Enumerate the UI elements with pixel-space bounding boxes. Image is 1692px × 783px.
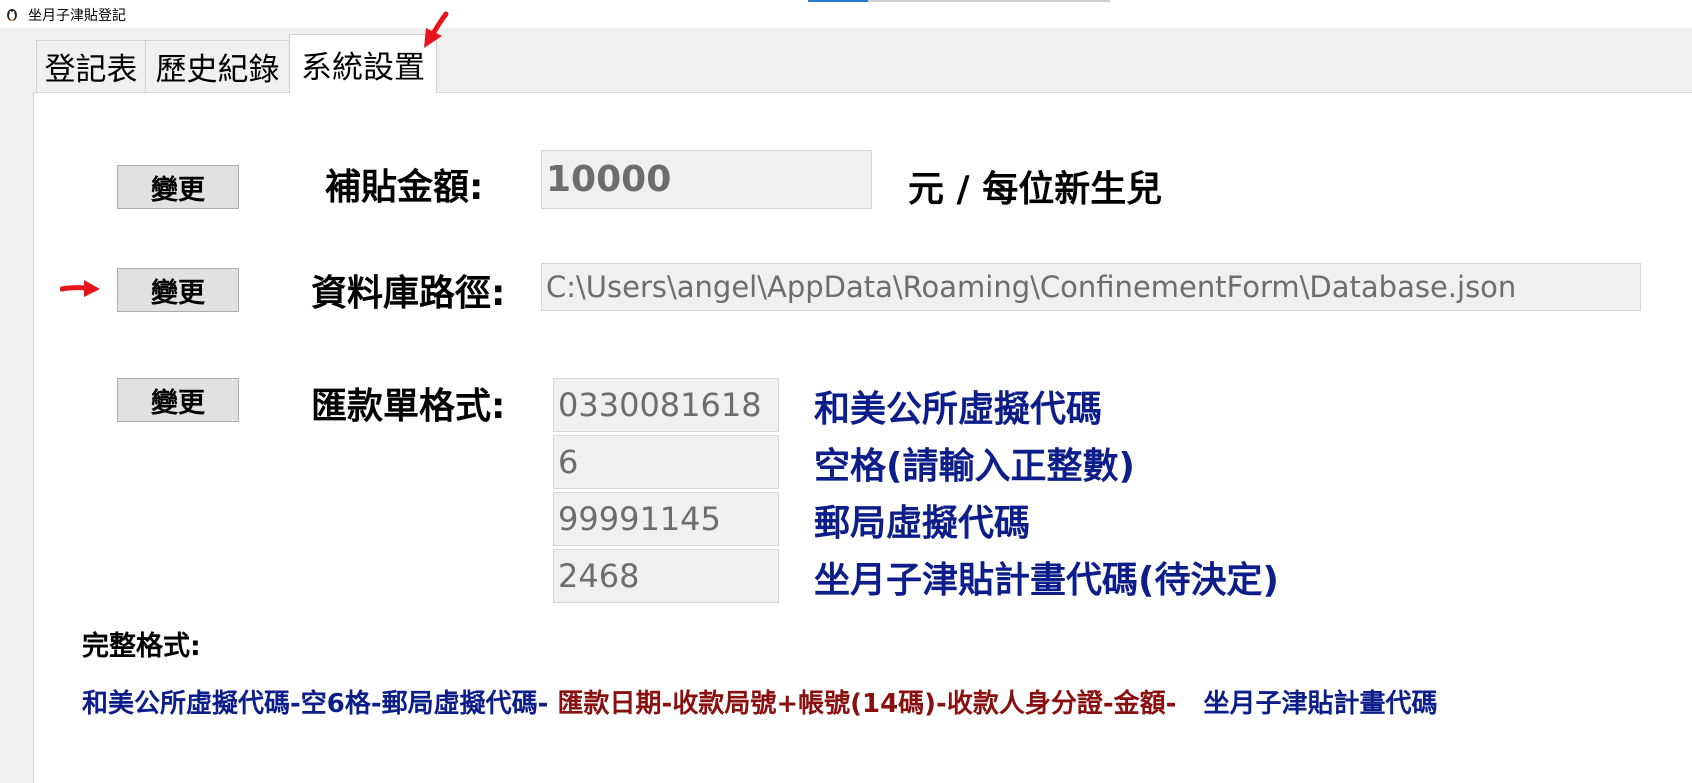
background-window-edge [868,0,1110,2]
tab-history[interactable]: 歷史紀錄 [145,40,290,92]
plan-code-desc: 坐月子津貼計畫代碼(待決定) [814,560,1279,601]
full-format-label: 完整格式: [82,631,201,662]
background-window-edge [808,0,868,2]
subsidy-amount-field[interactable]: 10000 [541,150,872,209]
change-remittance-format-button[interactable]: 變更 [117,378,239,422]
full-format-part-1: 和美公所虛擬代碼-空6格-郵局虛擬代碼- [82,689,549,719]
remittance-code-desc: 和美公所虛擬代碼 [814,389,1103,430]
subsidy-label: 補貼金額: [325,167,484,208]
subsidy-unit: 元 / 每位新生兒 [908,169,1163,210]
database-path-field[interactable]: C:\Users\angel\AppData\Roaming\Confineme… [541,263,1641,311]
full-format-text: 和美公所虛擬代碼-空6格-郵局虛擬代碼- 匯款日期-收款局號+帳號(14碼)-收… [82,683,1438,720]
red-arrow-pointer-icon [418,10,452,54]
remittance-spaces-desc: 空格(請輸入正整數) [814,446,1135,487]
change-subsidy-button[interactable]: 變更 [117,165,239,209]
full-format-part-2: 匯款日期-收款局號+帳號(14碼)-收款人身分證-金額- [557,689,1177,719]
post-office-code-desc: 郵局虛擬代碼 [814,503,1031,544]
tab-register[interactable]: 登記表 [36,40,146,92]
remittance-format-label: 匯款單格式: [311,386,506,427]
title-bar [0,0,1692,28]
change-database-path-button[interactable]: 變更 [117,268,239,312]
full-format-part-3: 坐月子津貼計畫代碼 [1203,689,1438,719]
remittance-spaces-field[interactable]: 6 [553,435,779,489]
red-arrow-pointer-icon [59,278,102,304]
tab-settings[interactable]: 系統設置 [289,34,437,93]
plan-code-field[interactable]: 2468 [553,549,779,603]
remittance-code-field[interactable]: 0330081618 [553,378,779,432]
app-penguin-icon [4,6,20,22]
window-title: 坐月子津貼登記 [28,8,126,24]
database-path-label: 資料庫路徑: [311,273,506,314]
post-office-code-field[interactable]: 99991145 [553,492,779,546]
